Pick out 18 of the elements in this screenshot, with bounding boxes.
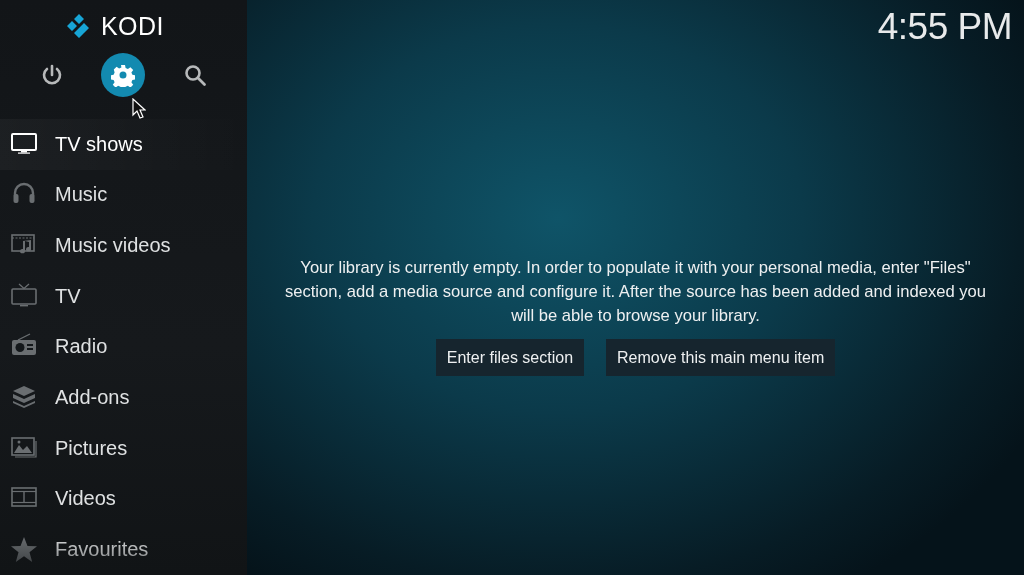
menu-item[interactable]: TV [0, 270, 247, 322]
logo-text: KODI [100, 11, 165, 41]
gear-icon [111, 63, 136, 88]
action-button[interactable]: Remove this main menu item [606, 339, 836, 376]
menu-item[interactable]: Radio [0, 321, 247, 373]
menu-item[interactable]: Music [0, 169, 247, 221]
cursor-icon [132, 98, 146, 120]
library-empty-message: Your library is currently empty. In order to populate it with your personal media, enter "Files" section, add a media source and configure it. After the source has been added and indexed you will be able to browse your library. [283, 257, 988, 327]
menu-item[interactable]: Music videos [0, 220, 247, 271]
star-icon [10, 536, 38, 564]
gear-button[interactable] [101, 53, 146, 98]
menu-item[interactable]: Videos [0, 473, 247, 525]
search-icon [183, 63, 208, 88]
menu-item[interactable]: Add-ons [0, 372, 247, 423]
clock: 4:55 PM [877, 6, 1012, 49]
menu-item[interactable]: Pictures [0, 422, 247, 474]
menu-item[interactable]: Favourites [0, 524, 247, 575]
action-button[interactable]: Enter files section [435, 339, 585, 376]
